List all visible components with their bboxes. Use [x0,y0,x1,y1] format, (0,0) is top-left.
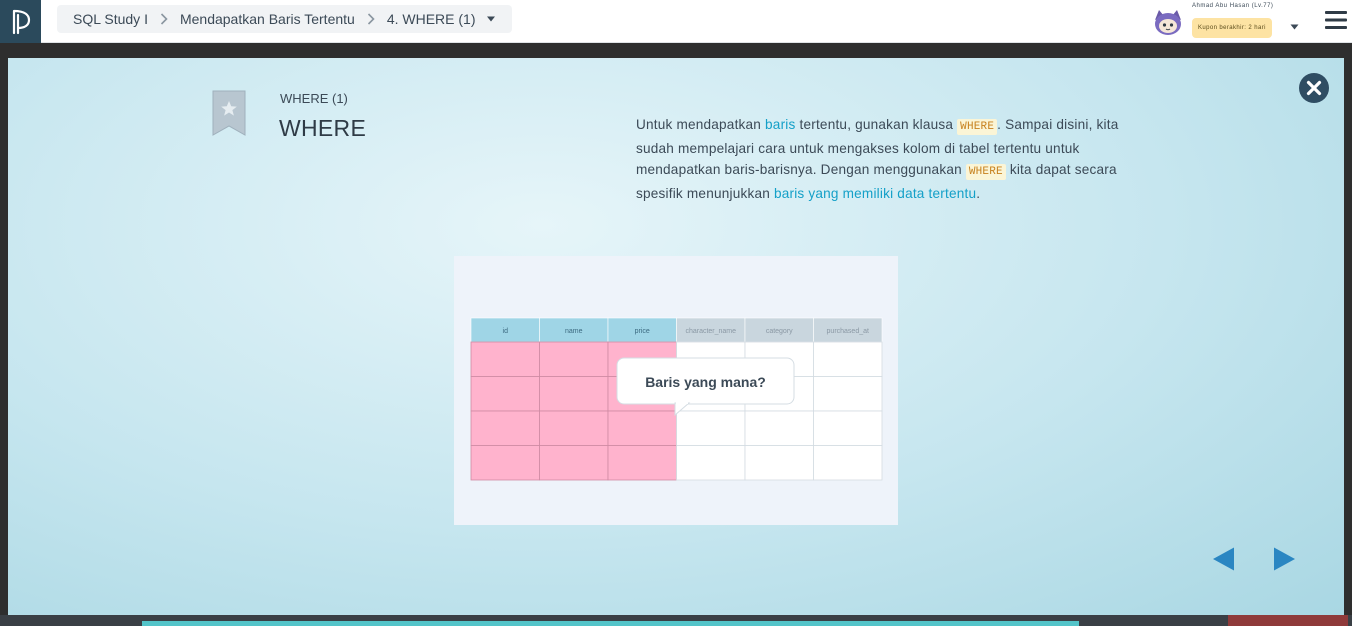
slide-subtitle: WHERE (1) [280,91,348,106]
breadcrumb-chapter[interactable]: Mendapatkan Baris Tertentu [180,11,355,27]
table-cell [539,376,609,412]
description-text: . [976,186,981,201]
table-header-label: character_name [685,328,736,335]
code-keyword: WHERE [965,164,1006,180]
table-header-label: name [565,328,583,335]
table-cell [607,445,677,481]
table-cell [539,410,609,446]
slide-title: WHERE [279,115,367,141]
table-cell [813,341,883,377]
background-button [1228,615,1348,626]
table-cell [470,341,540,377]
speech-bubble-text: Baris yang mana? [645,374,766,390]
caret-down-icon[interactable] [486,16,496,22]
description-text: Untuk mendapatkan [636,117,766,132]
code-keyword: WHERE [957,119,998,135]
coupon-badge: Kupon berakhir: 2 hari [1192,18,1272,38]
table-cell [813,410,883,446]
highlight-text: baris [765,117,796,132]
description-text: tertentu, gunakan klausa [795,117,958,132]
previous-slide-icon[interactable] [1211,546,1237,572]
breadcrumb: SQL Study I Mendapatkan Baris Tertentu 4… [57,5,512,33]
table-cell [676,410,746,446]
highlight-text: baris yang memiliki data tertentu [773,186,977,201]
table-cell [744,445,814,481]
bookmark-icon[interactable] [212,90,246,136]
hamburger-menu-icon[interactable] [1324,8,1348,32]
top-bar: SQL Study I Mendapatkan Baris Tertentu 4… [0,0,1352,43]
table-illustration: id name price character_name category purchas… [454,256,898,525]
breadcrumb-course[interactable]: SQL Study I [73,11,148,27]
background-app [0,615,1352,626]
table-cell [539,341,609,377]
table-cell [744,410,814,446]
chevron-right-icon [367,13,375,25]
table-header-label: id [503,328,509,335]
table-cell [607,410,677,446]
speech-bubble-tail-mask [676,401,688,404]
table-cell [813,445,883,481]
table-cell [539,445,609,481]
table-cell [470,410,540,446]
background-progress [142,621,1079,626]
progate-logo-icon[interactable] [0,0,41,43]
slide-description: Untuk mendapatkan baris tertentu, gunaka… [636,114,1126,204]
table-header-label: category [766,328,793,335]
next-slide-icon[interactable] [1271,546,1297,572]
caret-down-icon[interactable] [1290,17,1299,35]
table-cell [470,376,540,412]
chevron-right-icon [160,13,168,25]
table-header-label: purchased_at [827,328,869,335]
table-cell [813,376,883,412]
slide-modal: WHERE (1) WHERE Untuk mendapatkan baris … [8,58,1344,615]
table-illustration-svg: id name price character_name category purchas… [470,317,883,481]
table-cell [676,445,746,481]
breadcrumb-slide[interactable]: 4. WHERE (1) [387,11,476,27]
close-icon[interactable] [1298,72,1330,104]
avatar[interactable] [1152,6,1184,38]
user-area[interactable]: Ahmad Abu Hasan (Lv.77) Kupon berakhir: … [1152,2,1302,42]
user-name: Ahmad Abu Hasan (Lv.77) [1192,3,1274,9]
table-header-label: price [635,328,650,335]
table-cell [470,445,540,481]
